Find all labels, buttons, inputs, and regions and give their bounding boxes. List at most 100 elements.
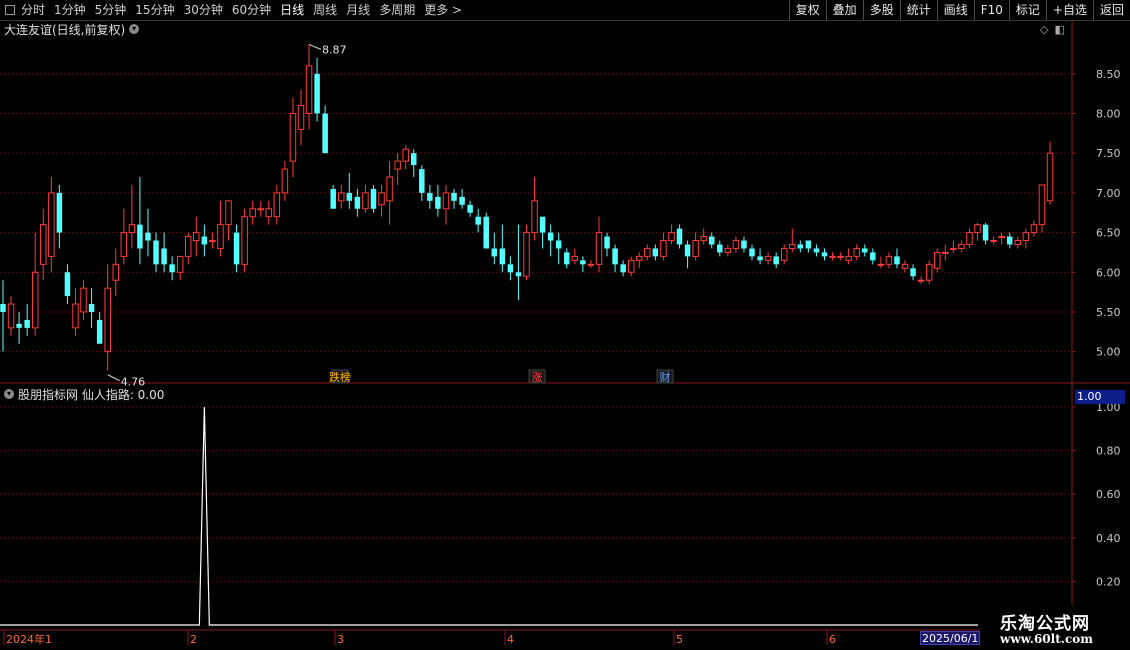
candle-body — [764, 255, 772, 261]
candle — [64, 264, 71, 305]
candle-body — [966, 232, 973, 245]
candle — [958, 240, 965, 253]
candle — [427, 184, 433, 209]
candle — [185, 232, 192, 265]
candle — [330, 184, 336, 209]
candle-body — [684, 244, 691, 257]
end-date-label: 2025/06/1 — [920, 631, 981, 645]
candle — [225, 200, 232, 241]
candle — [48, 176, 55, 273]
candle — [829, 252, 836, 261]
candle-body — [88, 304, 95, 312]
candle-body — [491, 248, 498, 257]
candle-body — [749, 248, 755, 257]
candle — [483, 212, 489, 249]
candle — [161, 232, 167, 273]
candle-body — [185, 236, 192, 257]
candle — [1014, 236, 1022, 249]
candle-body — [56, 192, 63, 233]
candle-body — [862, 248, 868, 253]
candle — [595, 216, 603, 273]
candle — [523, 224, 530, 281]
candle — [507, 256, 514, 281]
candle-body — [72, 303, 79, 329]
candle — [451, 188, 457, 209]
candle — [273, 184, 281, 225]
chevron-down-icon[interactable]: ▾ — [129, 24, 140, 34]
candle-body — [660, 240, 667, 257]
candle-body — [805, 240, 812, 249]
candle-body — [741, 240, 747, 249]
candle-body — [31, 271, 39, 329]
high-pointer — [308, 43, 322, 50]
candle-body — [1038, 184, 1046, 226]
diamond-icon[interactable]: ◇ — [1040, 23, 1048, 36]
indicator-title-row: ▾ 股朋指标网 仙人指路: 0.00 — [4, 386, 164, 402]
candle-body — [917, 279, 925, 282]
candle — [564, 248, 570, 269]
candle — [201, 224, 208, 257]
candle — [700, 228, 707, 245]
candle — [72, 288, 79, 336]
candle — [459, 188, 465, 209]
event-marker-label: 财 — [660, 370, 671, 384]
candle-body — [475, 216, 481, 225]
candle-body — [757, 256, 763, 261]
candle-body — [998, 236, 1005, 239]
candle — [104, 264, 111, 371]
candle — [894, 248, 900, 269]
candle — [998, 232, 1005, 245]
candle — [676, 224, 683, 249]
low-pointer — [107, 374, 120, 382]
price-tick-label: 6.00 — [1096, 266, 1121, 279]
price-tick-label: 7.00 — [1096, 187, 1121, 200]
candle — [862, 244, 868, 257]
x-axis-label: 2 — [190, 633, 197, 646]
candle-body — [370, 188, 377, 209]
x-axis-label: 5 — [676, 633, 683, 646]
candle-body — [821, 252, 828, 257]
candle — [467, 200, 473, 217]
candle-body — [870, 252, 876, 261]
candle — [587, 260, 595, 269]
candle — [571, 248, 579, 265]
candle-body — [427, 192, 433, 201]
candle — [547, 224, 554, 257]
candle — [870, 248, 876, 265]
candle-body — [515, 272, 522, 277]
kline-chart[interactable]: 8.50 8.00 7.50 7.00 6.50 6.00 5.50 5.00 1.00 0.80… — [0, 0, 1130, 650]
candle-body — [668, 232, 675, 242]
x-axis-label: 3 — [337, 633, 344, 646]
candle — [934, 248, 941, 273]
high-price-label: 8.87 — [322, 43, 347, 56]
candle-body — [934, 251, 941, 269]
candle-body — [289, 112, 297, 162]
candle — [749, 244, 755, 261]
candle-body — [789, 243, 796, 249]
candle — [499, 224, 506, 273]
panel-toggle-icon[interactable]: ◧ — [1054, 23, 1064, 36]
candle — [764, 252, 772, 265]
stock-title: 大连友谊(日线,前复权) — [4, 22, 126, 37]
candle — [990, 236, 997, 245]
candle — [515, 224, 522, 301]
candle-body — [451, 192, 457, 201]
candle — [402, 145, 409, 170]
candle-body — [48, 192, 55, 257]
candle — [620, 260, 626, 277]
candle — [0, 280, 6, 352]
x-axis-label: 2024年1 — [6, 632, 52, 646]
candle-body — [153, 240, 159, 265]
candle-body — [16, 323, 22, 328]
candle-body — [483, 216, 489, 249]
candle — [1038, 184, 1046, 233]
candle-body — [950, 247, 957, 250]
candle — [539, 216, 546, 249]
candle-body — [692, 240, 699, 257]
watermark-logo: 乐淘公式网 www.60lt.com — [980, 605, 1130, 650]
candle-body — [314, 73, 320, 114]
candle — [411, 149, 417, 177]
chevron-down-icon[interactable]: ▾ — [4, 389, 14, 399]
candle-body — [652, 248, 659, 257]
candle-body — [724, 247, 732, 253]
